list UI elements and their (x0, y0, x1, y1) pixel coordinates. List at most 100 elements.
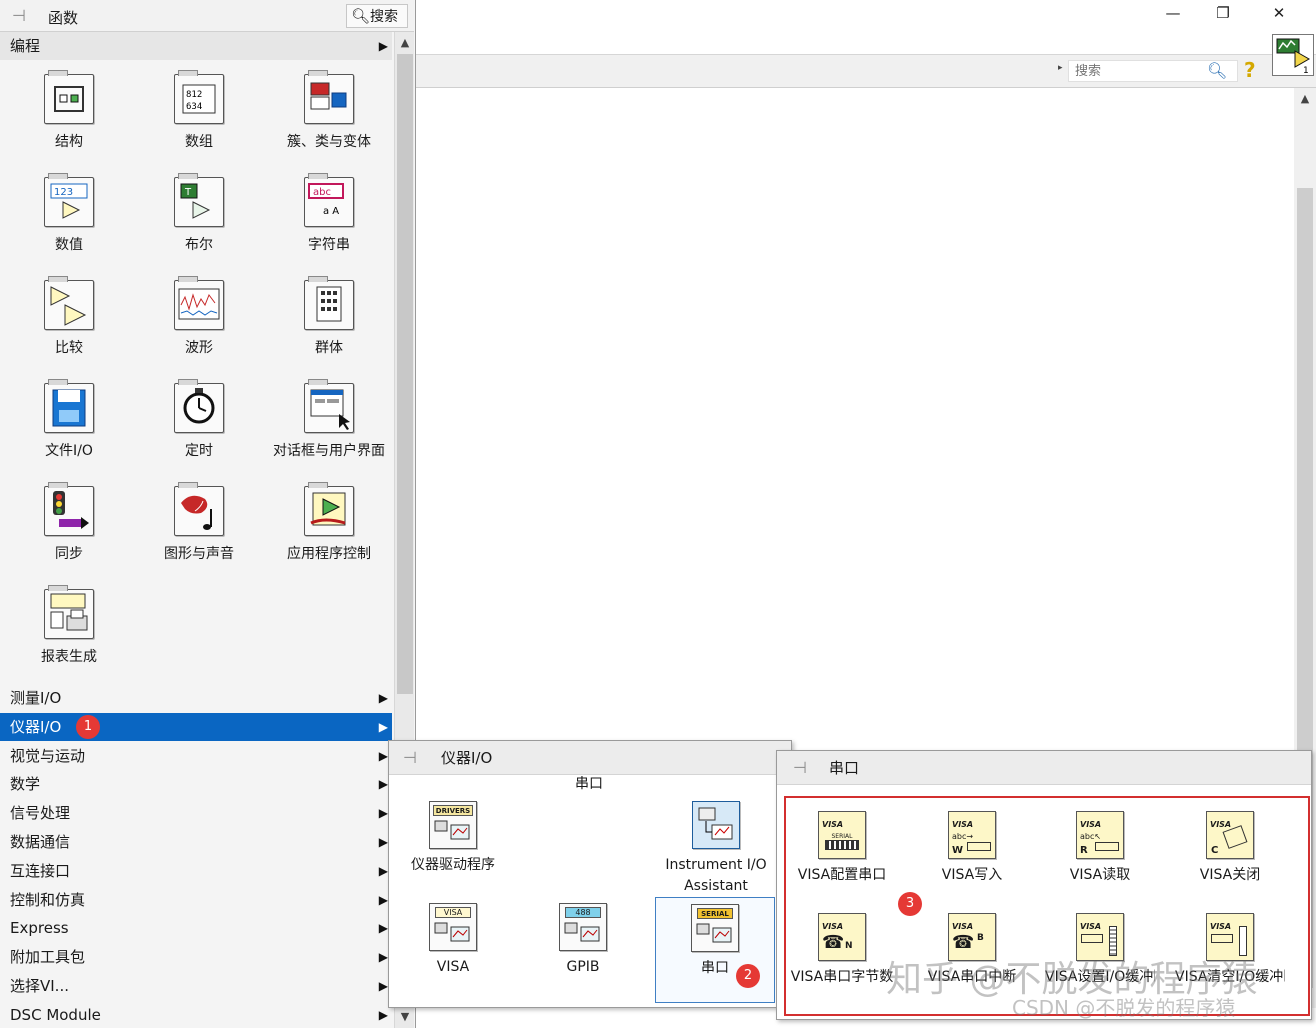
file-io-icon (44, 379, 94, 433)
vi-icon[interactable]: 1 (1272, 34, 1314, 76)
dialog-icon (304, 379, 354, 433)
app-control-icon (304, 482, 354, 536)
category-item[interactable]: 控制和仿真 ▶ (0, 886, 392, 914)
maximize-button[interactable]: ❐ (1208, 2, 1238, 24)
minimize-button[interactable]: — (1158, 2, 1188, 24)
pin-icon[interactable]: ⊣ (403, 749, 425, 767)
palette-item-cluster[interactable]: 簇、类与变体 (264, 70, 394, 152)
assistant-icon (692, 801, 740, 849)
category-label: 选择VI... (10, 977, 69, 995)
question-icon[interactable]: ? (1244, 58, 1256, 82)
chevron-right-icon: ▶ (378, 921, 388, 935)
gpib-item[interactable]: 488 GPIB (545, 903, 621, 978)
category-label: 视觉与运动 (10, 747, 86, 765)
badge-2: 2 (736, 964, 760, 988)
chevron-right-icon: ▶ (378, 893, 388, 907)
close-button[interactable]: ✕ (1264, 2, 1294, 24)
window-controls: — ❐ ✕ (1146, 0, 1316, 28)
palette-item-label: 应用程序控制 (287, 546, 371, 562)
scroll-up-arrow-icon[interactable]: ▲ (397, 34, 413, 52)
category-programming[interactable]: 编程 ▶ (0, 32, 392, 60)
category-item[interactable]: 数据通信 ▶ (0, 828, 392, 856)
scroll-up-arrow-icon[interactable]: ▲ (1297, 90, 1313, 108)
watermark-csdn: CSDN @不脱发的程序猿 (1012, 996, 1236, 1020)
chevron-right-icon: ▶ (378, 39, 388, 53)
timing-icon (174, 379, 224, 433)
palette-item-structures[interactable]: 结构 (4, 70, 134, 152)
pin-icon[interactable]: ⊣ (793, 759, 815, 777)
badge-1: 1 (76, 715, 100, 739)
gpib-icon: 488 (559, 903, 607, 951)
instrument-drivers-item[interactable]: DRIVERS 仪器驱动程序 (399, 801, 507, 876)
category-label: Express (10, 919, 69, 937)
category-item[interactable]: 数学 ▶ (0, 770, 392, 798)
palette-item-boolean[interactable]: T 布尔 (134, 173, 264, 255)
category-item[interactable]: 测量I/O ▶ (0, 684, 392, 712)
category-item[interactable]: 选择VI... ▶ (0, 972, 392, 1000)
palette-item-timing[interactable]: 定时 (134, 379, 264, 461)
subpalette-title-bar: ⊣ 仪器I/O (389, 741, 791, 775)
chevron-right-icon: ▶ (378, 1008, 388, 1022)
subpalette-title-bar: ⊣ 串口 (777, 751, 1311, 785)
palette-item-graphics-sound[interactable]: 图形与声音 (134, 482, 264, 564)
chevron-right-icon: ▶ (378, 806, 388, 820)
palette-title: 函数 (48, 9, 79, 27)
chevron-right-icon: ▶ (378, 979, 388, 993)
visa-item[interactable]: VISA VISA (415, 903, 491, 978)
cluster-icon (304, 70, 354, 124)
search-input[interactable] (1069, 61, 1195, 81)
palette-item-file-io[interactable]: 文件I/O (4, 379, 134, 461)
palette-item-dialog[interactable]: 对话框与用户界面 (264, 379, 394, 461)
category-item[interactable]: 仪器I/O ▶ (0, 713, 392, 741)
subpalette-title: 串口 (829, 759, 860, 777)
pin-icon[interactable]: ⊣ (12, 7, 34, 25)
svg-text:634: 634 (186, 102, 202, 112)
functions-palette: ⊣ 函数 🔍︎搜索 编程 ▶ 结构 812 634 数组簇、类与变体 123 数值 T 布尔 a… (0, 0, 416, 1028)
palette-item-cluster-group[interactable]: 群体 (264, 276, 394, 358)
category-item[interactable]: 视觉与运动 ▶ (0, 742, 392, 770)
category-label: 互连接口 (10, 862, 71, 880)
category-item[interactable]: 信号处理 ▶ (0, 799, 392, 827)
category-label: 附加工具包 (10, 948, 86, 966)
palette-item-waveform[interactable]: 波形 (134, 276, 264, 358)
palette-item-sync[interactable]: 同步 (4, 482, 134, 564)
serial-item[interactable]: SERIAL 串口 (655, 897, 775, 1003)
category-label: DSC Module (10, 1006, 101, 1024)
palette-search-button[interactable]: 🔍︎搜索 (346, 4, 408, 28)
category-label: 测量I/O (10, 689, 62, 707)
scrollbar-thumb[interactable] (397, 54, 413, 694)
search-icon: 🔍︎ (351, 7, 371, 25)
svg-text:T: T (184, 187, 192, 198)
instrument-io-assistant-item[interactable]: Instrument I/O Assistant (651, 801, 781, 897)
search-icon[interactable]: 🔍︎ (1207, 61, 1227, 80)
category-item[interactable]: 附加工具包 ▶ (0, 943, 392, 971)
drivers-icon: DRIVERS (429, 801, 477, 849)
scroll-down-arrow-icon[interactable]: ▼ (397, 1008, 413, 1026)
item-label: GPIB (566, 959, 600, 975)
numeric-icon: 123 (44, 173, 94, 227)
badge-3: 3 (898, 892, 922, 916)
palette-item-label: 字符串 (308, 237, 350, 253)
palette-item-report[interactable]: 报表生成 (4, 585, 134, 667)
cluster-group-icon (304, 276, 354, 330)
chevron-right-icon: ▶ (378, 950, 388, 964)
palette-item-string[interactable]: abc a A 字符串 (264, 173, 394, 255)
subpalette-title: 仪器I/O (441, 749, 493, 767)
palette-item-label: 簇、类与变体 (287, 134, 371, 150)
palette-item-numeric[interactable]: 123 数值 (4, 173, 134, 255)
boolean-icon: T (174, 173, 224, 227)
palette-item-comparison[interactable]: 比较 (4, 276, 134, 358)
palette-item-label: 对话框与用户界面 (273, 443, 385, 459)
palette-item-label: 结构 (55, 134, 83, 150)
category-item[interactable]: DSC Module ▶ (0, 1001, 392, 1029)
category-label: 控制和仿真 (10, 891, 86, 909)
category-item[interactable]: 互连接口 ▶ (0, 857, 392, 885)
array-icon: 812 634 (174, 70, 224, 124)
search-options-icon[interactable]: ▸ (1058, 63, 1063, 73)
category-item[interactable]: Express ▶ (0, 914, 392, 942)
item-label: VISA (436, 959, 470, 975)
palette-item-app-control[interactable]: 应用程序控制 (264, 482, 394, 564)
item-label: Instrument I/O (665, 857, 767, 873)
item-label: 仪器驱动程序 (411, 857, 495, 873)
palette-item-array[interactable]: 812 634 数组 (134, 70, 264, 152)
